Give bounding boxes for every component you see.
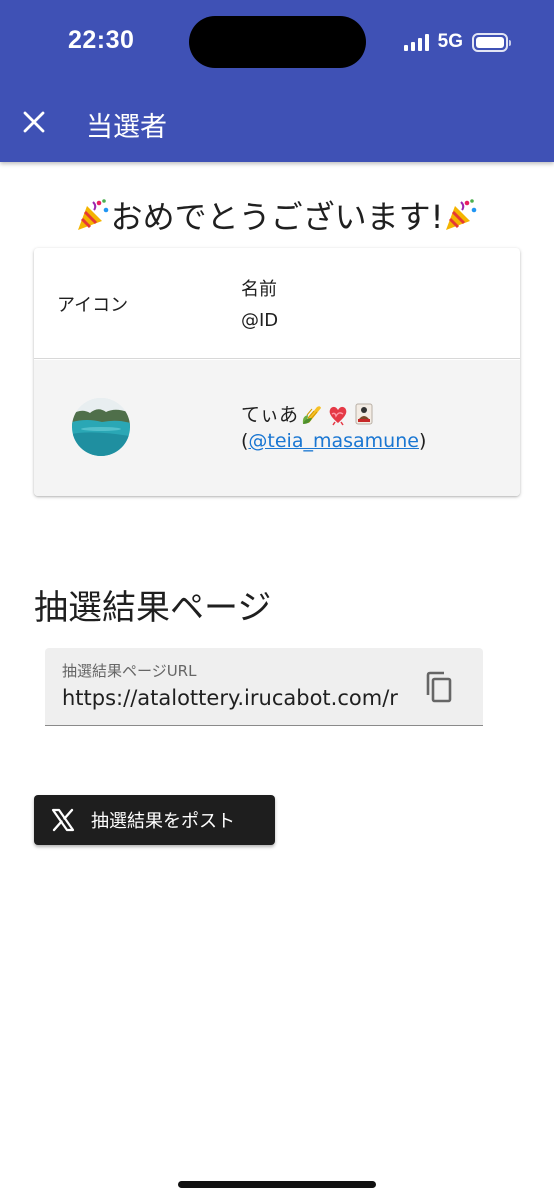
header-name: 名前 (241, 279, 277, 300)
network-label: 5G (437, 31, 463, 52)
signal-icon (403, 33, 429, 51)
close-icon (23, 111, 45, 133)
copy-button[interactable] (419, 666, 459, 708)
app-bar: 22:30 5G 当選者 (0, 0, 554, 162)
winner-name-text: てぃあ (241, 404, 299, 426)
result-url-field[interactable]: 抽選結果ページURL https://atalottery.irucabot.c… (45, 648, 483, 726)
congrats-message: おめでとうございます! (0, 192, 554, 238)
winner-id-suffix: ) (418, 430, 427, 452)
header-icon: アイコン (57, 295, 129, 316)
result-url-label: 抽選結果ページURL (62, 662, 197, 680)
result-url-value[interactable]: https://atalottery.irucabot.com/re (62, 686, 398, 710)
post-result-button[interactable]: 抽選結果をポスト (34, 795, 275, 845)
winner-name: てぃあ (241, 400, 376, 427)
winner-card: アイコン 名前 @ID てぃあ (@teia_masamune) (34, 248, 520, 496)
home-indicator[interactable] (178, 1181, 376, 1188)
table-header: アイコン 名前 @ID (34, 248, 520, 359)
close-button[interactable] (14, 100, 54, 144)
heart-icon (326, 402, 350, 426)
congrats-text: おめでとうございます! (110, 198, 444, 236)
result-page-heading: 抽選結果ページ (34, 588, 272, 628)
winner-id-link[interactable]: @teia_masamune (248, 430, 419, 452)
battery-icon (472, 32, 511, 52)
dynamic-island (189, 16, 366, 68)
corn-icon (300, 402, 324, 426)
copy-icon (426, 671, 452, 703)
party-popper-icon (77, 199, 108, 230)
screen: 22:30 5G 当選者 おめでとうございます! アイコン 名前 @ID てぃあ… (0, 0, 554, 1200)
page-title: 当選者 (86, 112, 167, 143)
status-indicators: 5G (403, 31, 511, 52)
status-time: 22:30 (68, 26, 135, 54)
table-row: てぃあ (@teia_masamune) (34, 360, 520, 496)
avatar (72, 398, 130, 456)
winner-id: (@teia_masamune) (241, 430, 426, 452)
x-logo-icon (51, 807, 77, 833)
post-result-label: 抽選結果をポスト (91, 811, 235, 832)
party-popper-icon (446, 199, 477, 230)
card-icon (352, 402, 376, 426)
header-id: @ID (241, 310, 279, 331)
